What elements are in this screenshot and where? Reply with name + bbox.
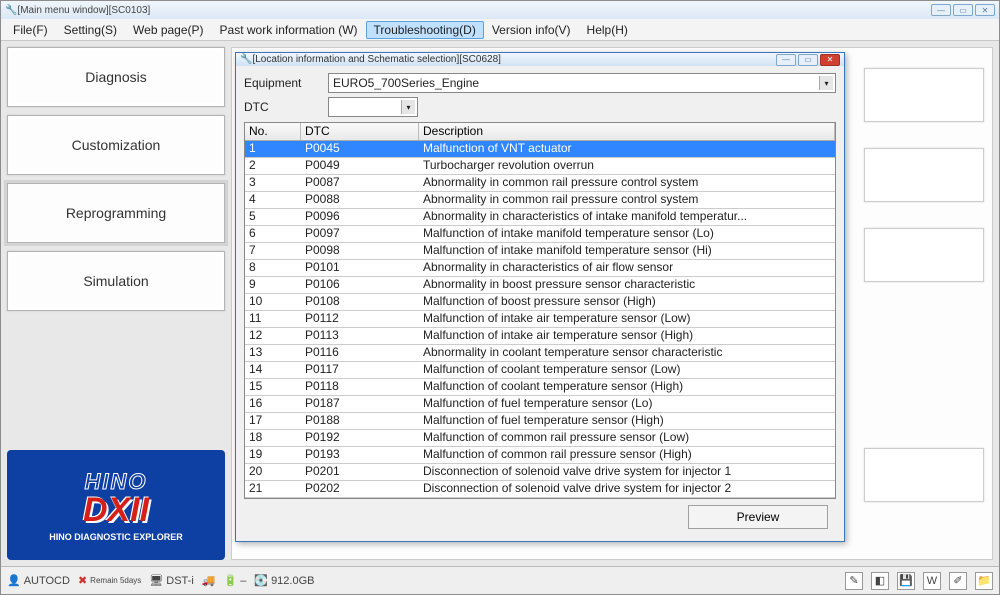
table-header: No. DTC Description: [245, 123, 835, 141]
tool-w-icon[interactable]: W: [923, 572, 941, 590]
table-row[interactable]: 1P0045Malfunction of VNT actuator: [245, 141, 835, 158]
status-bar: 👤AUTOCD ✖Remain 5days 🖥DST-i 🚚 🔋 – 💽912.…: [1, 566, 999, 594]
table-row[interactable]: 17P0188Malfunction of fuel temperature s…: [245, 413, 835, 430]
logo-line2: DXII: [83, 491, 149, 530]
equipment-select[interactable]: EURO5_700Series_Engine ▾: [328, 73, 836, 93]
tool-save-icon[interactable]: 💾: [897, 572, 915, 590]
customization-button[interactable]: Customization: [7, 115, 225, 175]
table-row[interactable]: 10P0108Malfunction of boost pressure sen…: [245, 294, 835, 311]
tool-pencil-icon[interactable]: ✎: [845, 572, 863, 590]
status-disk: 💽912.0GB: [254, 574, 314, 587]
schematic-dialog: 🔧 [Location information and Schematic se…: [235, 52, 845, 542]
simulation-button[interactable]: Simulation: [7, 251, 225, 311]
menu-filef[interactable]: File(F): [5, 21, 56, 39]
menu-pastworkinformationw[interactable]: Past work information (W): [212, 21, 366, 39]
table-row[interactable]: 16P0187Malfunction of fuel temperature s…: [245, 396, 835, 413]
table-row[interactable]: 20P0201Disconnection of solenoid valve d…: [245, 464, 835, 481]
table-row[interactable]: 8P0101Abnormality in characteristics of …: [245, 260, 835, 277]
col-desc[interactable]: Description: [419, 123, 835, 140]
table-row[interactable]: 4P0088Abnormality in common rail pressur…: [245, 192, 835, 209]
table-row[interactable]: 12P0113Malfunction of intake air tempera…: [245, 328, 835, 345]
slot-4: [864, 448, 984, 502]
slot-2: [864, 148, 984, 202]
slot-3: [864, 228, 984, 282]
tool-folder-icon[interactable]: 📁: [975, 572, 993, 590]
status-device: 🖥DST-i: [149, 574, 193, 587]
table-row[interactable]: 19P0193Malfunction of common rail pressu…: [245, 447, 835, 464]
menu-webpagep[interactable]: Web page(P): [125, 21, 211, 39]
col-dtc[interactable]: DTC: [301, 123, 419, 140]
table-row[interactable]: 15P0118Malfunction of coolant temperatur…: [245, 379, 835, 396]
chevron-down-icon: ▾: [401, 100, 415, 114]
equipment-value: EURO5_700Series_Engine: [333, 76, 479, 90]
table-row[interactable]: 9P0106Abnormality in boost pressure sens…: [245, 277, 835, 294]
table-row[interactable]: 18P0192Malfunction of common rail pressu…: [245, 430, 835, 447]
status-remain: ✖Remain 5days: [78, 574, 141, 587]
maximize-icon[interactable]: ▭: [953, 4, 973, 16]
left-panel: Diagnosis Customization Reprogramming Si…: [7, 47, 225, 560]
reprogramming-button[interactable]: Reprogramming: [7, 183, 225, 243]
diagnosis-button[interactable]: Diagnosis: [7, 47, 225, 107]
table-row[interactable]: 7P0098Malfunction of intake manifold tem…: [245, 243, 835, 260]
menubar: File(F)Setting(S)Web page(P)Past work in…: [1, 19, 999, 41]
dialog-close-icon[interactable]: ✕: [820, 54, 840, 66]
dialog-minimize-icon[interactable]: —: [776, 54, 796, 66]
menu-versioninfov[interactable]: Version info(V): [484, 21, 579, 39]
hino-logo: HINO DXII HINO DIAGNOSTIC EXPLORER: [7, 450, 225, 560]
table-row[interactable]: 6P0097Malfunction of intake manifold tem…: [245, 226, 835, 243]
dialog-title: [Location information and Schematic sele…: [252, 54, 500, 65]
dialog-titlebar[interactable]: 🔧 [Location information and Schematic se…: [236, 53, 844, 66]
tool-eraser-icon[interactable]: ◧: [871, 572, 889, 590]
status-user: 👤AUTOCD: [7, 574, 70, 587]
tool-edit-icon[interactable]: ✐: [949, 572, 967, 590]
dtc-label: DTC: [244, 100, 328, 114]
table-body[interactable]: 1P0045Malfunction of VNT actuator2P0049T…: [245, 141, 835, 498]
table-row[interactable]: 14P0117Malfunction of coolant temperatur…: [245, 362, 835, 379]
status-truck-icon: 🚚: [202, 574, 216, 587]
app-icon: 🔧: [5, 5, 17, 16]
dialog-icon: 🔧: [240, 54, 252, 65]
titlebar[interactable]: 🔧 [Main menu window][SC0103] — ▭ ✕: [1, 1, 999, 19]
window-title: [Main menu window][SC0103]: [17, 5, 150, 16]
chevron-down-icon: ▾: [819, 76, 833, 90]
menu-settings[interactable]: Setting(S): [56, 21, 125, 39]
table-row[interactable]: 3P0087Abnormality in common rail pressur…: [245, 175, 835, 192]
table-row[interactable]: 2P0049Turbocharger revolution overrun: [245, 158, 835, 175]
dtc-table: No. DTC Description 1P0045Malfunction of…: [244, 122, 836, 499]
equipment-label: Equipment: [244, 76, 328, 90]
table-row[interactable]: 13P0116Abnormality in coolant temperatur…: [245, 345, 835, 362]
preview-button[interactable]: Preview: [688, 505, 828, 529]
dialog-maximize-icon[interactable]: ▭: [798, 54, 818, 66]
status-battery-icon: 🔋 –: [223, 574, 246, 587]
menu-helph[interactable]: Help(H): [579, 21, 636, 39]
minimize-icon[interactable]: —: [931, 4, 951, 16]
slot-1: [864, 68, 984, 122]
close-icon[interactable]: ✕: [975, 4, 995, 16]
table-row[interactable]: 5P0096Abnormality in characteristics of …: [245, 209, 835, 226]
table-row[interactable]: 21P0202Disconnection of solenoid valve d…: [245, 481, 835, 498]
table-row[interactable]: 11P0112Malfunction of intake air tempera…: [245, 311, 835, 328]
col-no[interactable]: No.: [245, 123, 301, 140]
menu-troubleshootingd[interactable]: Troubleshooting(D): [366, 21, 484, 39]
dtc-select[interactable]: ▾: [328, 97, 418, 117]
logo-line3: HINO DIAGNOSTIC EXPLORER: [49, 532, 183, 542]
